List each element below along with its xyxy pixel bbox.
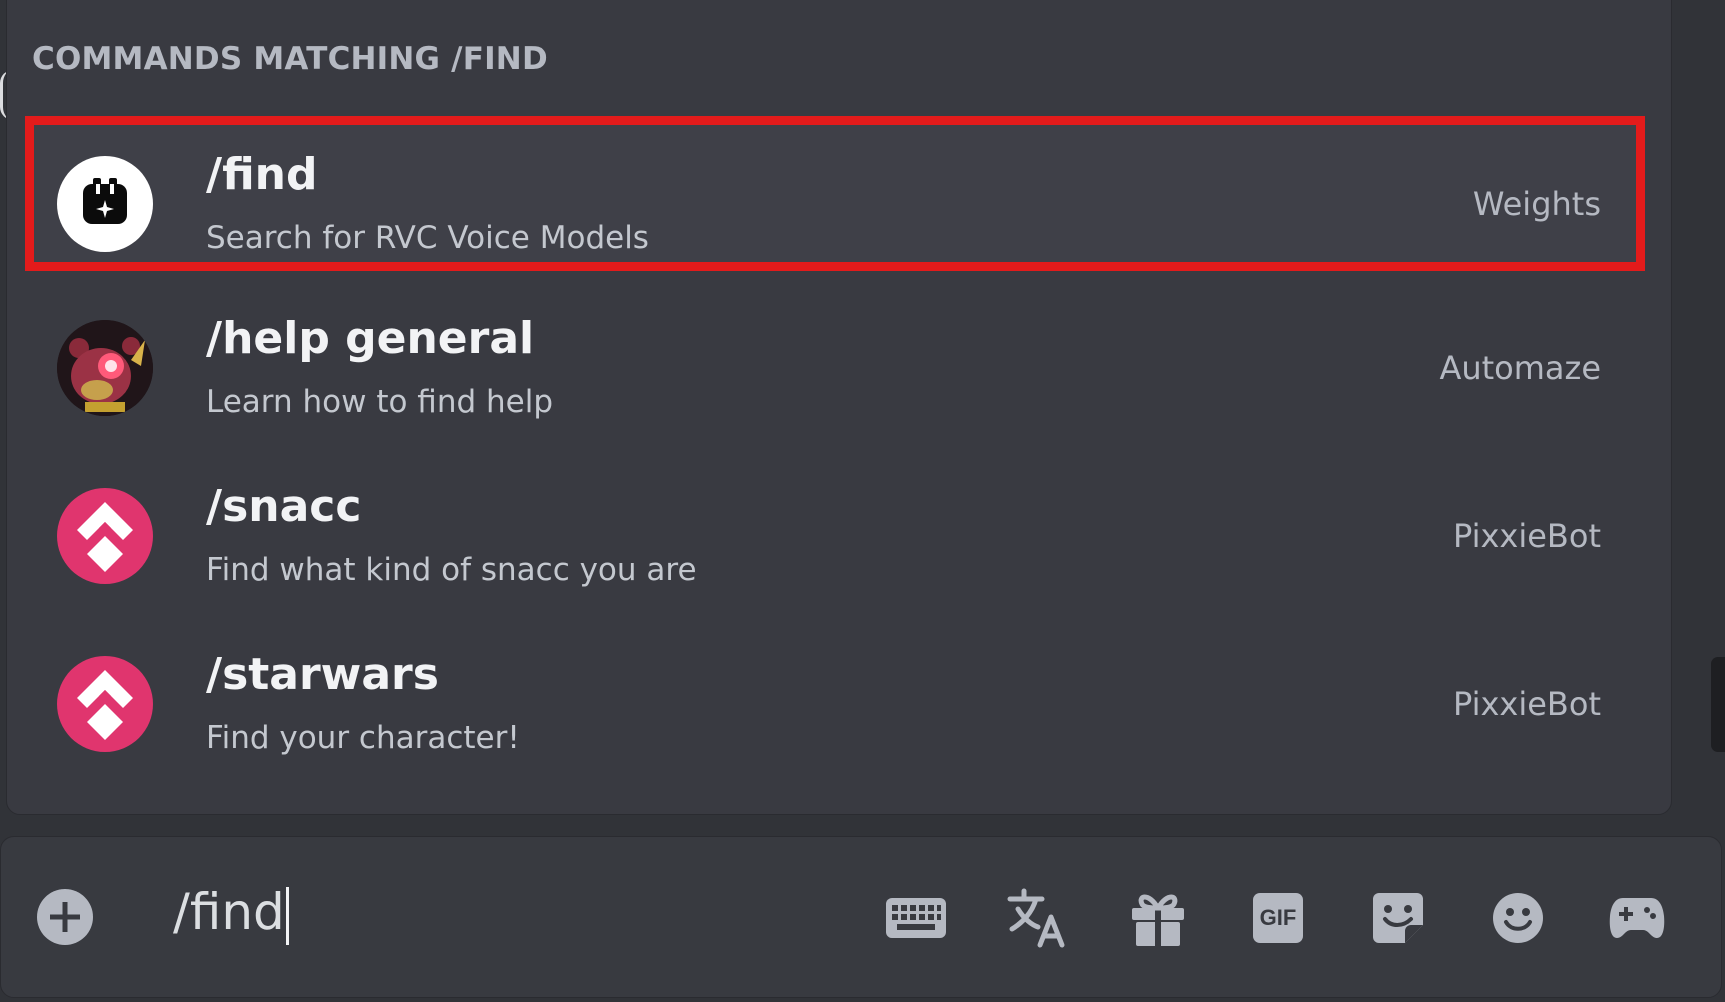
command-description: Search for RVC Voice Models [206, 220, 649, 256]
gif-icon[interactable]: GIF [1247, 887, 1309, 949]
message-input-bar: /find GIF [0, 836, 1722, 998]
weights-bot-icon [57, 156, 153, 252]
emoji-icon[interactable] [1487, 887, 1549, 949]
command-name: /starwars [206, 649, 439, 700]
text-caret [285, 886, 289, 945]
command-item-find[interactable]: /find Search for RVC Voice Models Weight… [25, 116, 1645, 271]
discord-chat-view: COMMANDS MATCHING /FIND /find Search for… [0, 0, 1725, 1002]
command-description: Learn how to find help [206, 384, 554, 420]
command-name: /help general [206, 313, 535, 364]
command-item-starwars[interactable]: /starwars Find your character! PixxieBot [25, 616, 1645, 771]
command-name: /snacc [206, 481, 362, 532]
command-source: PixxieBot [1452, 517, 1601, 555]
command-source: Automaze [1439, 349, 1601, 387]
translate-icon[interactable] [1006, 887, 1068, 949]
automaze-bot-avatar [57, 320, 153, 416]
pixxiebot-icon [57, 488, 153, 584]
message-input-value: /find [173, 883, 285, 941]
command-autocomplete-popup: COMMANDS MATCHING /FIND /find Search for… [6, 0, 1672, 815]
command-name: /find [206, 149, 318, 200]
command-item-snacc[interactable]: /snacc Find what kind of snacc you are P… [25, 448, 1645, 603]
command-description: Find what kind of snacc you are [206, 552, 697, 588]
sticker-icon[interactable] [1367, 887, 1429, 949]
pixxiebot-icon [57, 656, 153, 752]
activities-icon[interactable] [1606, 887, 1668, 949]
keyboard-icon[interactable] [885, 887, 947, 949]
scrollbar-thumb[interactable] [1711, 657, 1725, 752]
popup-header: COMMANDS MATCHING /FIND [32, 41, 548, 77]
add-icon[interactable] [37, 889, 93, 945]
gif-label: GIF [1253, 893, 1303, 943]
command-item-help-general[interactable]: /help general Learn how to find help Aut… [25, 280, 1645, 435]
command-source: Weights [1472, 185, 1601, 223]
command-description: Find your character! [206, 720, 520, 756]
message-input[interactable]: /find [173, 883, 289, 945]
gift-icon[interactable] [1127, 887, 1189, 949]
command-source: PixxieBot [1452, 685, 1601, 723]
